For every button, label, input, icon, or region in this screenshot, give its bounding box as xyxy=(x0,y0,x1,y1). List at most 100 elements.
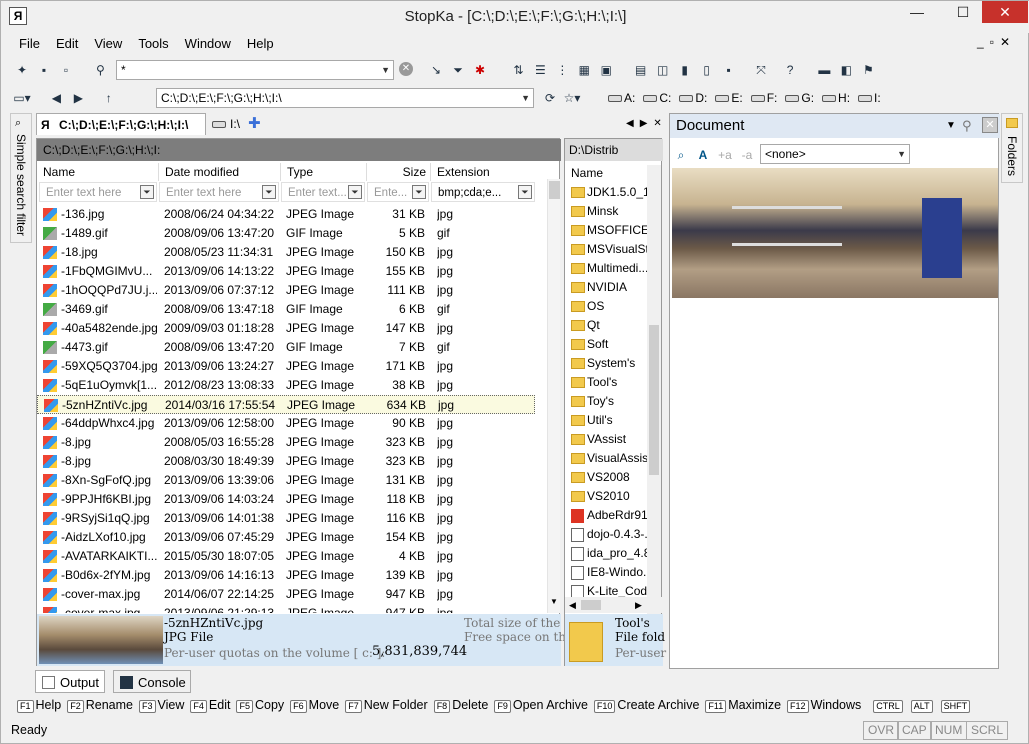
table-row[interactable]: -AVATARKAIKTI... 2015/05/30 18:07:05 JPEG … xyxy=(37,547,535,566)
details-icon[interactable]: ▦ xyxy=(574,60,594,80)
modifier-shft-key[interactable]: SHFT xyxy=(940,700,971,713)
fn-new-folder-button[interactable]: F7 New Folder xyxy=(345,695,428,715)
modifier-alt-key[interactable]: ALT xyxy=(910,700,933,713)
list-item[interactable]: Util's xyxy=(565,411,647,430)
clear-filter-icon[interactable]: ✕ xyxy=(399,62,413,76)
address-combo[interactable]: C:\;D:\;E:\;F:\;G:\;H:\;I:\ ▼ xyxy=(156,88,534,108)
left-vertical-scrollbar[interactable]: ▼ xyxy=(547,179,560,613)
table-row[interactable]: -9PPJHf6KBI.jpg 2013/09/06 14:03:24 JPEG I… xyxy=(37,490,535,509)
extension-filter-input[interactable]: bmp;cda;e... ⏷ xyxy=(431,182,535,202)
fn-open-archive-button[interactable]: F9 Open Archive xyxy=(494,695,588,715)
panel-icon[interactable]: ▤ xyxy=(631,60,651,80)
filter-icon[interactable]: ⏷ xyxy=(262,185,276,199)
scroll-down-icon[interactable]: ▼ xyxy=(550,597,558,606)
filter-icon[interactable]: ⏷ xyxy=(448,60,468,80)
list-item[interactable]: System's xyxy=(565,354,647,373)
menu-edit[interactable]: Edit xyxy=(48,33,86,55)
cmd-icon[interactable]: ▬ xyxy=(814,60,834,80)
encoding-combo[interactable]: <none> ▼ xyxy=(760,144,910,164)
scroll-left-icon[interactable]: ◀ xyxy=(569,597,576,613)
close-panel-icon[interactable]: ✕ xyxy=(982,117,998,133)
folders-tab[interactable]: Folders xyxy=(1001,113,1023,183)
drive-a[interactable]: A: xyxy=(608,88,635,108)
pin-icon[interactable]: ⚲ xyxy=(962,114,972,138)
table-row[interactable]: -1FbQMGIMvU... 2013/09/06 14:13:22 JPEG Im… xyxy=(37,262,535,281)
modifier-ctrl-key[interactable]: CTRL xyxy=(873,700,903,713)
table-row[interactable]: -59XQ5Q3704.jpg 2013/09/06 13:24:27 JPEG I… xyxy=(37,357,535,376)
list-item[interactable]: VS2010 xyxy=(565,487,647,506)
list-item[interactable]: ida_pro_4.8... xyxy=(565,544,647,563)
drive-e[interactable]: E: xyxy=(715,88,743,108)
simple-search-filter-tab[interactable]: ⌕ Simple search filter xyxy=(10,113,32,243)
list-item[interactable]: OS xyxy=(565,297,647,316)
list-item[interactable]: AdbeRdr91... xyxy=(565,506,647,525)
menu-tools[interactable]: Tools xyxy=(130,33,176,55)
fn-rename-button[interactable]: F2 Rename xyxy=(67,695,133,715)
list-item[interactable]: MSOFFICE... xyxy=(565,221,647,240)
size-filter-input[interactable]: Ente... ⏷ xyxy=(367,182,429,202)
scrollbar-thumb[interactable] xyxy=(549,181,560,199)
document-icon[interactable]: ▯ xyxy=(697,60,717,80)
refresh-icon[interactable]: ⟳ xyxy=(540,88,560,108)
table-row[interactable]: -8.jpg 2008/05/03 16:55:28 JPEG Image 323 K… xyxy=(37,433,535,452)
decrease-font-icon[interactable]: -a xyxy=(737,145,757,165)
fn-edit-button[interactable]: F4 Edit xyxy=(190,695,230,715)
close-button[interactable]: ✕ xyxy=(982,1,1028,23)
filter-icon[interactable]: ⏷ xyxy=(348,185,362,199)
table-row[interactable]: -B0d6x-2fYM.jpg 2013/09/06 14:16:13 JPEG I… xyxy=(37,566,535,585)
menu-window[interactable]: Window xyxy=(177,33,239,55)
mdi-controls[interactable]: _▫✕ xyxy=(977,35,1016,49)
asterisk-icon[interactable]: ✱ xyxy=(470,60,490,80)
table-row[interactable]: -18.jpg 2008/05/23 11:34:31 JPEG Image 150 … xyxy=(37,243,535,262)
filter-icon[interactable]: ⏷ xyxy=(140,185,154,199)
list-item[interactable]: Minsk xyxy=(565,202,647,221)
drive-menu-icon[interactable]: ▭▾ xyxy=(12,88,32,108)
list-item[interactable]: VAssist xyxy=(565,430,647,449)
list-item[interactable]: NVIDIA xyxy=(565,278,647,297)
list-item[interactable]: VS2008 xyxy=(565,468,647,487)
list-item[interactable]: IE8-Windo... xyxy=(565,563,647,582)
minimize-button[interactable]: — xyxy=(900,1,934,23)
drive-g[interactable]: G: xyxy=(785,88,814,108)
column-type[interactable]: Type xyxy=(281,163,367,181)
tree-icon[interactable]: ⋮ xyxy=(552,60,572,80)
table-row[interactable]: -AidzLXof10.jpg 2013/09/06 07:45:29 JPEG I… xyxy=(37,528,535,547)
drive-d[interactable]: D: xyxy=(679,88,707,108)
drive-i[interactable]: I: xyxy=(858,88,881,108)
table-row[interactable]: -4473.gif 2008/09/06 13:47:20 GIF Image 7 K… xyxy=(37,338,535,357)
increase-font-icon[interactable]: +a xyxy=(715,145,735,165)
fn-delete-button[interactable]: F8 Delete xyxy=(433,695,488,715)
filter-icon[interactable]: ⏷ xyxy=(518,185,532,199)
book-icon[interactable]: ◧ xyxy=(836,60,856,80)
column-extension[interactable]: Extension xyxy=(431,163,537,181)
new-icon[interactable]: ✦ xyxy=(12,60,32,80)
column-size[interactable]: Size xyxy=(367,163,431,181)
tab-all-drives[interactable]: Я C:\;D:\;E:\;F:\;G:\;H:\;I:\ ✕ xyxy=(36,113,225,135)
favorite-star-icon[interactable]: ☆▾ xyxy=(562,88,582,108)
date-filter-input[interactable]: Enter text here ⏷ xyxy=(159,182,279,202)
save-all-icon[interactable]: ▫ xyxy=(56,60,76,80)
fn-windows-button[interactable]: F12 Windows xyxy=(787,695,861,715)
table-row[interactable]: -8Xn-SgFofQ.jpg 2013/09/06 13:39:06 JPEG I… xyxy=(37,471,535,490)
table-row[interactable]: -9RSyjSi1qQ.jpg 2013/09/06 14:01:38 JPEG I… xyxy=(37,509,535,528)
up-icon[interactable]: ↑ xyxy=(99,88,119,108)
menu-help[interactable]: Help xyxy=(239,33,282,55)
save-icon[interactable]: ▪ xyxy=(34,60,54,80)
table-row[interactable]: -5qE1uOymvk[1... 2012/08/23 13:08:33 JPEG … xyxy=(37,376,535,395)
list-item[interactable]: MSVisualSt... xyxy=(565,240,647,259)
table-row[interactable]: -1489.gif 2008/09/06 13:47:20 GIF Image 5 K… xyxy=(37,224,535,243)
fn-maximize-button[interactable]: F11 Maximize xyxy=(705,695,781,715)
refresh-panel-icon[interactable]: ◫ xyxy=(653,60,673,80)
table-row[interactable]: -8.jpg 2008/03/30 18:49:39 JPEG Image 323 K… xyxy=(37,452,535,471)
fullscreen-icon[interactable]: ⤧ xyxy=(751,60,771,80)
fn-move-button[interactable]: F6 Move xyxy=(290,695,339,715)
type-filter-input[interactable]: Enter text... ⏷ xyxy=(281,182,365,202)
list-item[interactable]: Tool's xyxy=(565,373,647,392)
table-row[interactable]: -136.jpg 2008/06/24 04:34:22 JPEG Image 31 … xyxy=(37,205,535,224)
mid-vertical-scrollbar[interactable] xyxy=(647,165,661,615)
list-item[interactable]: Toy's xyxy=(565,392,647,411)
console-icon[interactable]: ▪ xyxy=(719,60,739,80)
menu-view[interactable]: View xyxy=(86,33,130,55)
mid-horizontal-scrollbar[interactable]: ◀ ▶ xyxy=(565,597,663,613)
column-date-modified[interactable]: Date modified xyxy=(159,163,281,181)
